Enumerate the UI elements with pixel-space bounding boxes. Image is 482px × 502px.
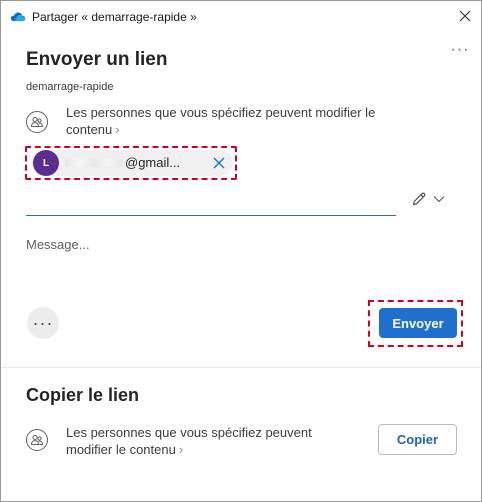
remove-recipient-button[interactable] xyxy=(211,155,227,171)
copy-link-heading: Copier le lien xyxy=(26,385,140,405)
avatar: L xyxy=(33,150,59,176)
people-glyph-icon xyxy=(30,117,44,127)
recipient-input[interactable] xyxy=(26,191,400,215)
people-icon xyxy=(26,429,48,451)
more-actions-button[interactable]: ··· xyxy=(27,307,59,339)
close-icon xyxy=(213,157,225,169)
section-divider xyxy=(1,367,481,368)
window-title: Partager « demarrage-rapide » xyxy=(32,10,197,24)
recipient-email: @gmail... xyxy=(125,155,181,170)
copy-button[interactable]: Copier xyxy=(378,424,457,455)
title-bar: Partager « demarrage-rapide » xyxy=(1,1,481,33)
pencil-icon xyxy=(412,192,426,206)
people-icon xyxy=(26,111,48,133)
close-button[interactable] xyxy=(453,5,477,27)
chevron-right-icon: › xyxy=(178,442,184,457)
send-link-heading: Envoyer un lien xyxy=(26,49,168,70)
copy-permission-line2: modifier le contenu xyxy=(66,442,176,457)
recipient-highlight: L @gmail... xyxy=(25,146,237,180)
redacted-email-prefix xyxy=(65,159,123,167)
more-options-button[interactable]: ··· xyxy=(449,42,471,61)
recipient-input-underline xyxy=(26,215,396,216)
send-button-highlight: Envoyer xyxy=(368,300,463,347)
copy-permission-link[interactable]: Les personnes que vous spécifiez peuvent… xyxy=(66,424,312,458)
chevron-right-icon: › xyxy=(115,122,120,137)
onedrive-cloud-icon xyxy=(10,12,26,21)
close-icon xyxy=(459,10,471,22)
permission-dropdown[interactable] xyxy=(411,189,455,209)
send-permission-line2: contenu xyxy=(66,122,113,137)
send-permission-line1: Les personnes que vous spécifiez peuvent… xyxy=(66,105,376,120)
send-permission-link[interactable]: Les personnes que vous spécifiez peuvent… xyxy=(66,104,375,138)
send-button[interactable]: Envoyer xyxy=(379,308,457,338)
chevron-down-icon xyxy=(433,196,445,203)
file-name: demarrage-rapide xyxy=(26,81,114,93)
copy-permission-line1: Les personnes que vous spécifiez peuvent xyxy=(66,425,312,440)
share-dialog: Partager « demarrage-rapide » ··· Envoye… xyxy=(0,0,482,502)
people-glyph-icon xyxy=(30,435,44,445)
recipient-chip[interactable]: L @gmail... xyxy=(31,150,233,176)
message-input[interactable] xyxy=(26,237,456,277)
